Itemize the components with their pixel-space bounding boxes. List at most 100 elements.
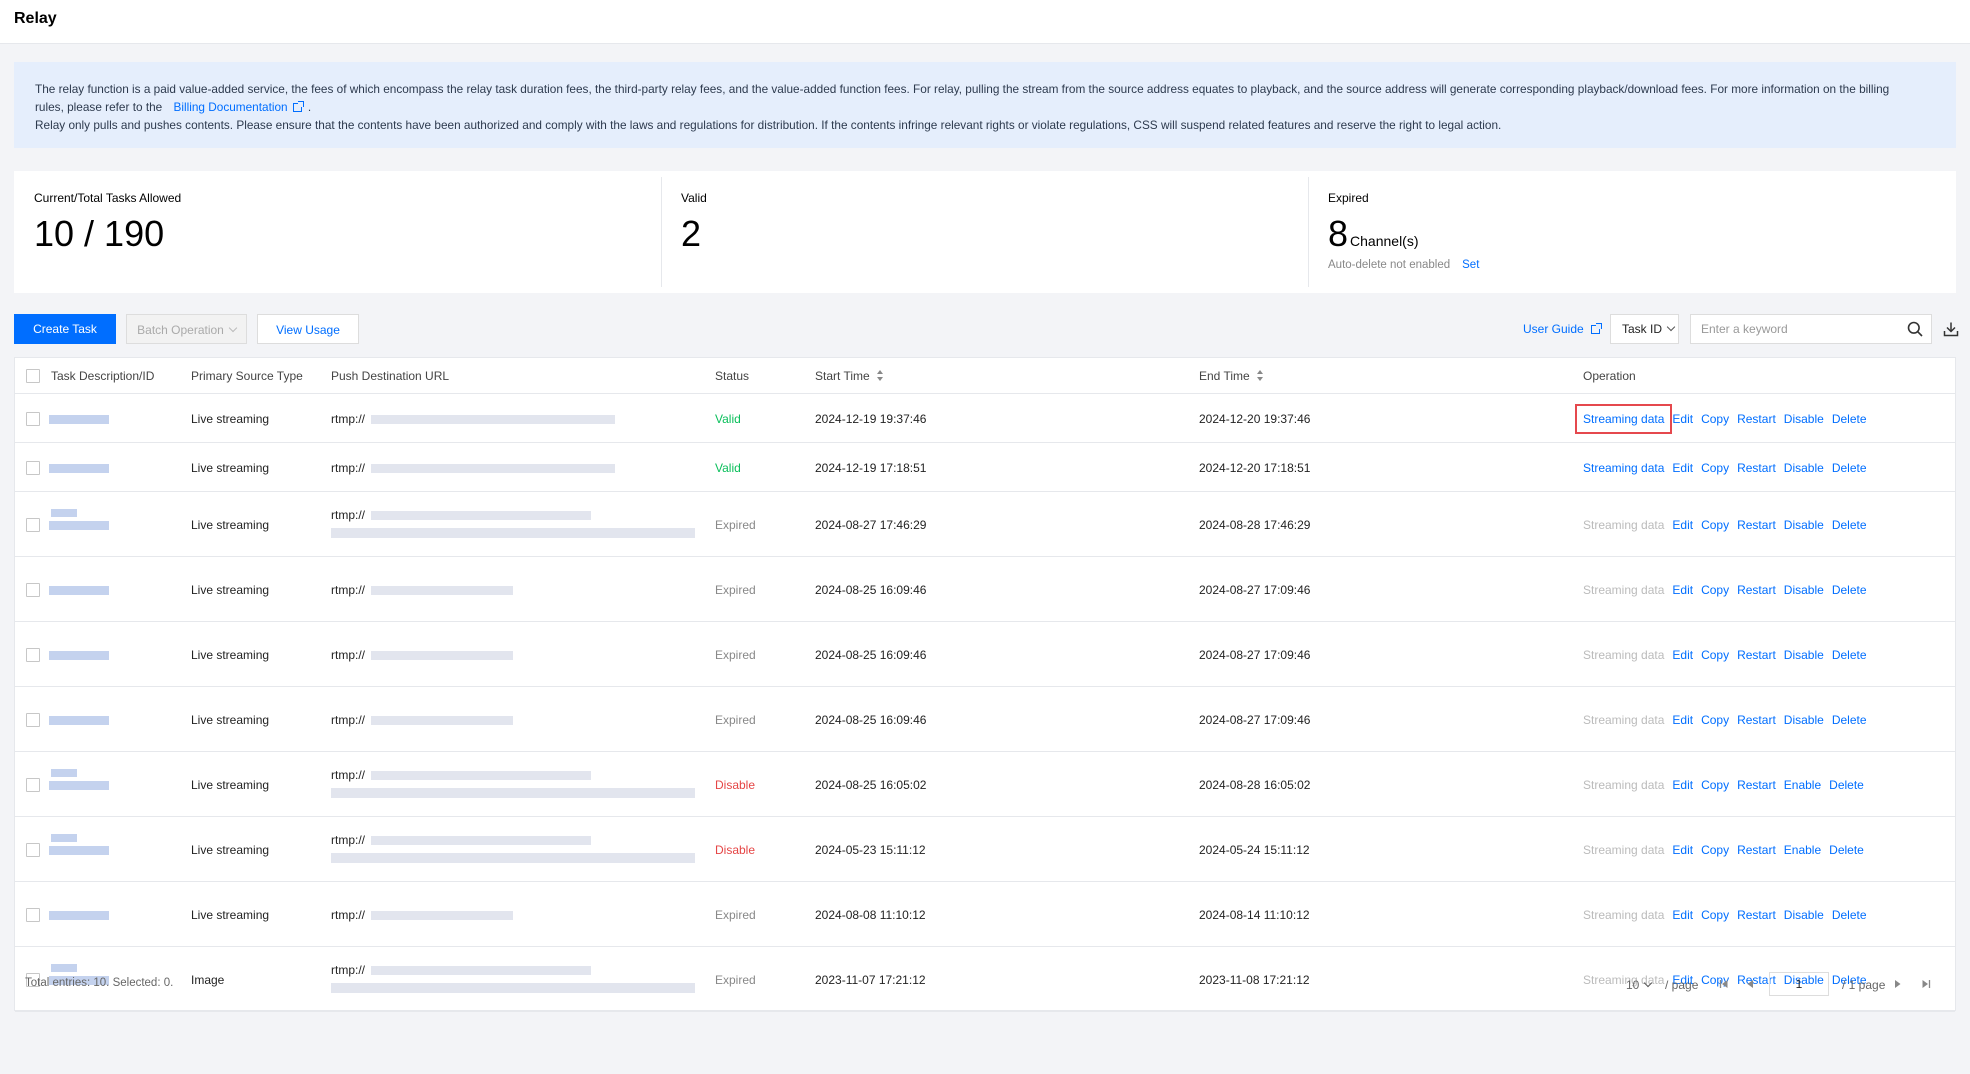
disable-link[interactable]: Disable <box>1784 583 1824 597</box>
end-time: 2024-08-27 17:09:46 <box>1199 648 1311 662</box>
redacted-task-id[interactable] <box>49 415 109 424</box>
redacted-task-id[interactable] <box>49 586 109 595</box>
create-task-button[interactable]: Create Task <box>14 314 116 344</box>
copy-link[interactable]: Copy <box>1701 713 1729 727</box>
restart-link[interactable]: Restart <box>1737 648 1776 662</box>
delete-link[interactable]: Delete <box>1832 713 1867 727</box>
redacted-task-id[interactable] <box>49 651 109 660</box>
sort-icon[interactable] <box>1256 370 1263 381</box>
redacted-task-id[interactable] <box>49 464 109 473</box>
row-checkbox[interactable] <box>26 461 40 475</box>
page-size-select[interactable]: 10 <box>1626 973 1653 997</box>
row-checkbox[interactable] <box>26 843 40 857</box>
copy-link[interactable]: Copy <box>1701 461 1729 475</box>
status-badge: Expired <box>715 583 756 597</box>
edit-link[interactable]: Edit <box>1672 648 1693 662</box>
edit-link[interactable]: Edit <box>1672 412 1693 426</box>
disable-link[interactable]: Disable <box>1784 713 1824 727</box>
streaming-data-link[interactable]: Streaming data <box>1574 404 1673 434</box>
copy-link[interactable]: Copy <box>1701 778 1729 792</box>
sort-icon[interactable] <box>876 370 883 381</box>
chevron-down-icon <box>1666 322 1676 332</box>
header-start-time[interactable]: Start Time <box>815 369 883 383</box>
edit-link[interactable]: Edit <box>1672 583 1693 597</box>
delete-link[interactable]: Delete <box>1832 461 1867 475</box>
streaming-data-link: Streaming data <box>1583 908 1665 922</box>
redacted-task-id[interactable] <box>49 781 109 790</box>
streaming-data-link[interactable]: Streaming data <box>1583 461 1664 475</box>
edit-link[interactable]: Edit <box>1672 461 1693 475</box>
next-page-icon[interactable] <box>1893 979 1903 989</box>
view-usage-button[interactable]: View Usage <box>257 314 359 344</box>
last-page-icon[interactable] <box>1921 979 1931 989</box>
delete-link[interactable]: Delete <box>1832 908 1867 922</box>
edit-link[interactable]: Edit <box>1672 713 1693 727</box>
disable-link[interactable]: Disable <box>1784 908 1824 922</box>
delete-link[interactable]: Delete <box>1832 583 1867 597</box>
copy-link[interactable]: Copy <box>1701 908 1729 922</box>
source-type: Live streaming <box>191 713 270 727</box>
restart-link[interactable]: Restart <box>1737 518 1776 532</box>
disable-link[interactable]: Disable <box>1784 461 1824 475</box>
delete-link[interactable]: Delete <box>1829 843 1864 857</box>
redacted-url <box>371 511 591 520</box>
restart-link[interactable]: Restart <box>1737 583 1776 597</box>
first-page-icon[interactable] <box>1719 979 1729 989</box>
edit-link[interactable]: Edit <box>1672 778 1693 792</box>
delete-link[interactable]: Delete <box>1832 518 1867 532</box>
restart-link[interactable]: Restart <box>1737 778 1776 792</box>
restart-link[interactable]: Restart <box>1737 843 1776 857</box>
copy-link[interactable]: Copy <box>1701 412 1729 426</box>
download-icon[interactable] <box>1943 321 1959 337</box>
restart-link[interactable]: Restart <box>1737 412 1776 426</box>
search-icon[interactable] <box>1907 321 1923 337</box>
row-checkbox[interactable] <box>26 713 40 727</box>
enable-link[interactable]: Enable <box>1784 778 1821 792</box>
status-badge: Disable <box>715 843 756 857</box>
disable-link[interactable]: Disable <box>1784 518 1824 532</box>
redacted-task-id[interactable] <box>49 911 109 920</box>
prev-page-icon[interactable] <box>1745 979 1755 989</box>
edit-link[interactable]: Edit <box>1672 908 1693 922</box>
batch-operation-dropdown[interactable]: Batch Operation <box>126 314 247 344</box>
disable-link[interactable]: Disable <box>1784 648 1824 662</box>
search-field-select[interactable]: Task ID <box>1610 314 1679 344</box>
row-checkbox[interactable] <box>26 412 40 426</box>
delete-link[interactable]: Delete <box>1832 412 1867 426</box>
set-auto-delete-link[interactable]: Set <box>1462 259 1479 271</box>
edit-link[interactable]: Edit <box>1672 518 1693 532</box>
redacted-task-id[interactable] <box>49 846 109 855</box>
delete-link[interactable]: Delete <box>1832 648 1867 662</box>
chevron-down-icon <box>228 323 238 333</box>
row-checkbox[interactable] <box>26 518 40 532</box>
redacted-url <box>331 853 695 863</box>
source-type: Live streaming <box>191 461 270 475</box>
edit-link[interactable]: Edit <box>1672 843 1693 857</box>
redacted-task-id[interactable] <box>49 521 109 530</box>
restart-link[interactable]: Restart <box>1737 461 1776 475</box>
page-number-input[interactable]: 1 <box>1769 972 1829 996</box>
restart-link[interactable]: Restart <box>1737 908 1776 922</box>
status-badge: Expired <box>715 908 756 922</box>
header-end-time[interactable]: End Time <box>1199 369 1263 383</box>
redacted-task-id[interactable] <box>49 716 109 725</box>
start-time: 2024-12-19 17:18:51 <box>815 461 927 475</box>
enable-link[interactable]: Enable <box>1784 843 1821 857</box>
search-input[interactable] <box>1691 315 1881 343</box>
row-checkbox[interactable] <box>26 778 40 792</box>
select-all-checkbox[interactable] <box>26 369 40 383</box>
copy-link[interactable]: Copy <box>1701 843 1729 857</box>
restart-link[interactable]: Restart <box>1737 713 1776 727</box>
copy-link[interactable]: Copy <box>1701 583 1729 597</box>
user-guide-link[interactable]: User Guide <box>1523 314 1602 344</box>
copy-link[interactable]: Copy <box>1701 648 1729 662</box>
row-checkbox[interactable] <box>26 648 40 662</box>
row-checkbox[interactable] <box>26 908 40 922</box>
delete-link[interactable]: Delete <box>1829 778 1864 792</box>
row-checkbox[interactable] <box>26 583 40 597</box>
end-time: 2024-08-27 17:09:46 <box>1199 583 1311 597</box>
copy-link[interactable]: Copy <box>1701 518 1729 532</box>
streaming-data-link: Streaming data <box>1583 583 1665 597</box>
disable-link[interactable]: Disable <box>1784 412 1824 426</box>
billing-doc-link[interactable]: Billing Documentation <box>174 100 304 114</box>
